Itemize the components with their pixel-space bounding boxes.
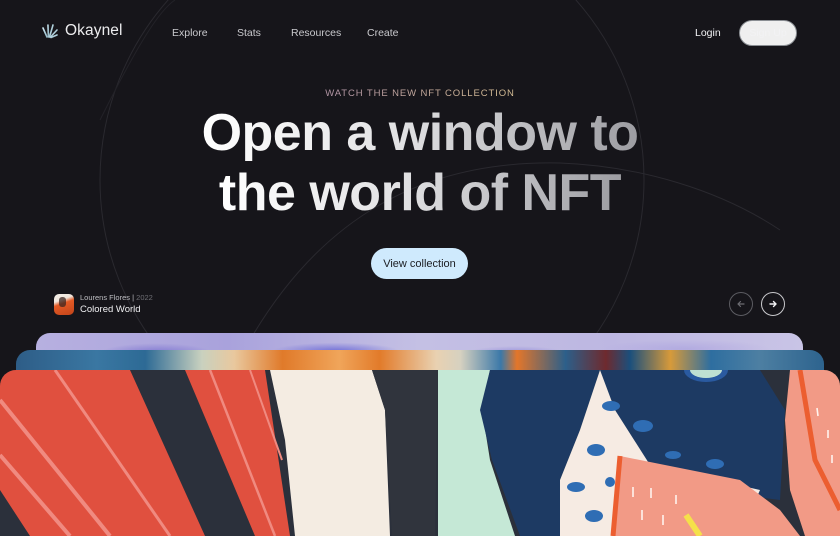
view-collection-button[interactable]: View collection [371, 248, 468, 279]
artwork-meta: Lourens Flores | 2022 Colored World [80, 293, 153, 316]
hero-eyebrow: WATCH THE NEW NFT COLLECTION [0, 88, 840, 99]
site-header: Okaynel Explore Stats Resources Create L… [0, 0, 840, 66]
artwork-year: 2022 [136, 293, 153, 302]
brand-logo[interactable]: Okaynel [41, 22, 123, 40]
headline-line-1: Open a window to [201, 104, 639, 162]
headline-line-2: the world of NFT [218, 164, 622, 222]
sign-up-button[interactable]: Sign Up [739, 20, 797, 46]
artwork-painting [0, 370, 840, 536]
nav-item-explore[interactable]: Explore [172, 27, 208, 39]
nav-item-stats[interactable]: Stats [237, 27, 261, 39]
arrow-right-icon [769, 300, 777, 308]
login-link[interactable]: Login [695, 27, 721, 39]
leaf-burst-icon [41, 22, 59, 40]
nav-item-resources[interactable]: Resources [291, 27, 341, 39]
carousel-prev-button[interactable] [729, 292, 753, 316]
hero-headline: Open a window to the world of NFT [0, 103, 840, 223]
artwork-title: Colored World [80, 304, 141, 315]
nav-item-create[interactable]: Create [367, 27, 399, 39]
arrow-left-icon [737, 300, 745, 308]
artist-line: Lourens Flores | 2022 [80, 293, 153, 303]
artist-name[interactable]: Lourens Flores [80, 293, 130, 302]
featured-artwork-info: Lourens Flores | 2022 Colored World [54, 293, 153, 316]
carousel-next-button[interactable] [761, 292, 785, 316]
brand-name: Okaynel [65, 22, 123, 39]
meta-separator: | [132, 293, 135, 302]
artwork-card-front[interactable] [0, 370, 840, 536]
artist-avatar[interactable] [54, 294, 74, 315]
